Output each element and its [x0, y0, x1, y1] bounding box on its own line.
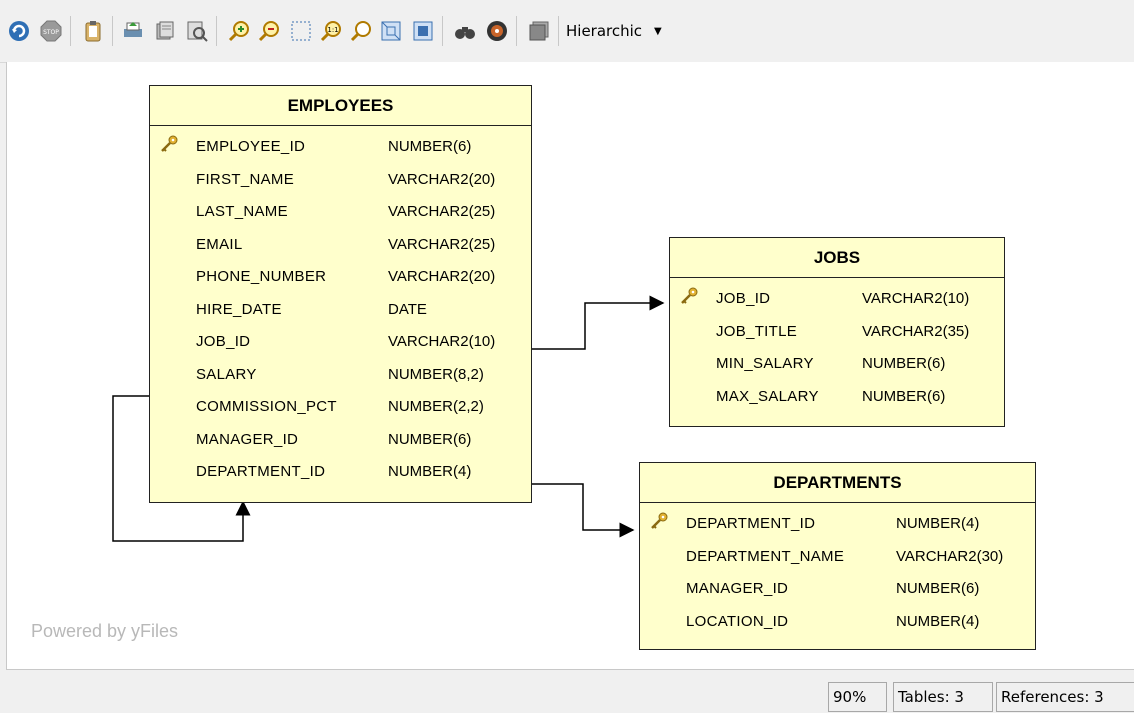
- layout-dropdown[interactable]: Hierarchic ▼: [566, 18, 662, 44]
- column-name: DEPARTMENT_ID: [196, 463, 326, 480]
- table-title: JOBS: [670, 238, 1004, 278]
- search-file-icon[interactable]: [184, 18, 210, 44]
- fit-selection-icon[interactable]: [410, 18, 436, 44]
- column-list: DEPARTMENT_ID NUMBER(4) DEPARTMENT_NAME VAR…: [640, 503, 1035, 639]
- fit-content-icon[interactable]: [378, 18, 404, 44]
- column-type: VARCHAR2(10): [388, 333, 496, 350]
- column-name: JOB_ID: [196, 333, 251, 350]
- diagram-canvas[interactable]: EMPLOYEES EMPLOYEE_ID NUMBER(6) FIRST_NAME…: [6, 62, 1134, 670]
- column-row[interactable]: JOB_TITLE VARCHAR2(35): [670, 317, 1004, 350]
- column-name: LAST_NAME: [196, 203, 288, 220]
- status-bar: 90% Tables: 3 References: 3: [0, 670, 1134, 713]
- toolbar: STOP 1:1 Hierarchic ▼: [0, 0, 1134, 63]
- column-row[interactable]: DEPARTMENT_ID NUMBER(4): [150, 457, 531, 490]
- svg-text:1:1: 1:1: [327, 26, 338, 34]
- zoom-out-icon[interactable]: [256, 18, 282, 44]
- column-name: MANAGER_ID: [686, 580, 789, 597]
- svg-text:STOP: STOP: [43, 29, 59, 36]
- stop-icon[interactable]: STOP: [38, 18, 64, 44]
- table-title: DEPARTMENTS: [640, 463, 1035, 503]
- find-icon[interactable]: [452, 18, 478, 44]
- zoom-actual-icon[interactable]: 1:1: [318, 18, 344, 44]
- column-type: NUMBER(6): [388, 430, 472, 448]
- column-type: NUMBER(6): [862, 355, 946, 372]
- references-count: References: 3: [996, 682, 1134, 712]
- column-type: NUMBER(4): [388, 463, 472, 480]
- column-type: VARCHAR2(25): [388, 235, 496, 253]
- column-name: DEPARTMENT_ID: [686, 515, 816, 532]
- refresh-icon[interactable]: [6, 18, 32, 44]
- select-zoom-icon[interactable]: [288, 18, 314, 44]
- column-row[interactable]: LOCATION_ID NUMBER(4): [640, 607, 1035, 640]
- column-row[interactable]: MIN_SALARY NUMBER(6): [670, 349, 1004, 382]
- column-name: JOB_ID: [716, 290, 771, 307]
- column-row[interactable]: EMPLOYEE_ID NUMBER(6): [150, 132, 531, 165]
- column-type: DATE: [388, 300, 427, 318]
- tables-count: Tables: 3: [893, 682, 993, 712]
- powered-by-label: Powered by yFiles: [31, 621, 179, 641]
- edge-employees-departments: [531, 483, 635, 538]
- zoom-level: 90%: [828, 682, 887, 712]
- zoom-icon[interactable]: [348, 18, 374, 44]
- column-row[interactable]: LAST_NAME VARCHAR2(25): [150, 197, 531, 230]
- overview-icon[interactable]: [526, 18, 552, 44]
- column-name: SALARY: [196, 365, 257, 383]
- column-type: NUMBER(4): [896, 515, 980, 532]
- column-type: NUMBER(6): [862, 387, 946, 405]
- column-row[interactable]: JOB_ID VARCHAR2(10): [150, 327, 531, 360]
- column-list: JOB_ID VARCHAR2(10) JOB_TITLE VARCHAR2(35) M…: [670, 278, 1004, 414]
- column-name: EMPLOYEE_ID: [196, 138, 306, 155]
- column-row[interactable]: DEPARTMENT_NAME VARCHAR2(30): [640, 542, 1035, 575]
- column-row[interactable]: DEPARTMENT_ID NUMBER(4): [640, 509, 1035, 542]
- column-name: DEPARTMENT_NAME: [686, 547, 845, 565]
- column-name: HIRE_DATE: [196, 300, 282, 318]
- column-type: VARCHAR2(25): [388, 203, 496, 220]
- table-employees[interactable]: EMPLOYEES EMPLOYEE_ID NUMBER(6) FIRST_NAME…: [149, 85, 532, 503]
- column-row[interactable]: MAX_SALARY NUMBER(6): [670, 382, 1004, 415]
- column-type: VARCHAR2(30): [896, 547, 1004, 565]
- table-departments[interactable]: DEPARTMENTS DEPARTMENT_ID NUMBER(4) DEPART…: [639, 462, 1036, 650]
- table-title: EMPLOYEES: [150, 86, 531, 126]
- column-name: MAX_SALARY: [716, 387, 819, 405]
- column-row[interactable]: MANAGER_ID NUMBER(6): [640, 574, 1035, 607]
- column-name: LOCATION_ID: [686, 612, 789, 630]
- column-type: NUMBER(6): [388, 138, 472, 155]
- column-type: NUMBER(2,2): [388, 398, 484, 415]
- edge-employees-jobs: [531, 295, 665, 350]
- column-row[interactable]: SALARY NUMBER(8,2): [150, 360, 531, 393]
- column-row[interactable]: COMMISSION_PCT NUMBER(2,2): [150, 392, 531, 425]
- column-name: FIRST_NAME: [196, 170, 295, 188]
- zoom-in-icon[interactable]: [226, 18, 252, 44]
- chevron-down-icon: ▼: [654, 25, 662, 37]
- layout-dropdown-label: Hierarchic: [566, 22, 643, 40]
- column-type: VARCHAR2(35): [862, 322, 970, 340]
- column-type: VARCHAR2(20): [388, 170, 496, 188]
- column-type: NUMBER(6): [896, 580, 980, 597]
- column-row[interactable]: EMAIL VARCHAR2(25): [150, 230, 531, 263]
- table-jobs[interactable]: JOBS JOB_ID VARCHAR2(10) JOB_TITLE VARCHAR2…: [669, 237, 1005, 427]
- print-icon[interactable]: [120, 18, 146, 44]
- primary-key-icon: [160, 135, 178, 153]
- column-type: VARCHAR2(20): [388, 268, 496, 285]
- column-name: JOB_TITLE: [716, 322, 798, 340]
- column-type: NUMBER(4): [896, 612, 980, 630]
- navigator-icon[interactable]: [484, 18, 510, 44]
- column-type: NUMBER(8,2): [388, 365, 484, 383]
- column-row[interactable]: JOB_ID VARCHAR2(10): [670, 284, 1004, 317]
- column-name: COMMISSION_PCT: [196, 398, 337, 415]
- clipboard-icon[interactable]: [80, 18, 106, 44]
- primary-key-icon: [650, 512, 668, 530]
- primary-key-icon: [680, 287, 698, 305]
- column-list: EMPLOYEE_ID NUMBER(6) FIRST_NAME VARCHAR2(2…: [150, 126, 531, 490]
- column-row[interactable]: FIRST_NAME VARCHAR2(20): [150, 165, 531, 198]
- column-name: MIN_SALARY: [716, 355, 814, 372]
- column-row[interactable]: MANAGER_ID NUMBER(6): [150, 425, 531, 458]
- column-name: EMAIL: [196, 235, 243, 253]
- export-icon[interactable]: [152, 18, 178, 44]
- column-name: MANAGER_ID: [196, 430, 299, 448]
- column-name: PHONE_NUMBER: [196, 268, 327, 285]
- column-row[interactable]: HIRE_DATE DATE: [150, 295, 531, 328]
- column-row[interactable]: PHONE_NUMBER VARCHAR2(20): [150, 262, 531, 295]
- column-type: VARCHAR2(10): [862, 290, 970, 307]
